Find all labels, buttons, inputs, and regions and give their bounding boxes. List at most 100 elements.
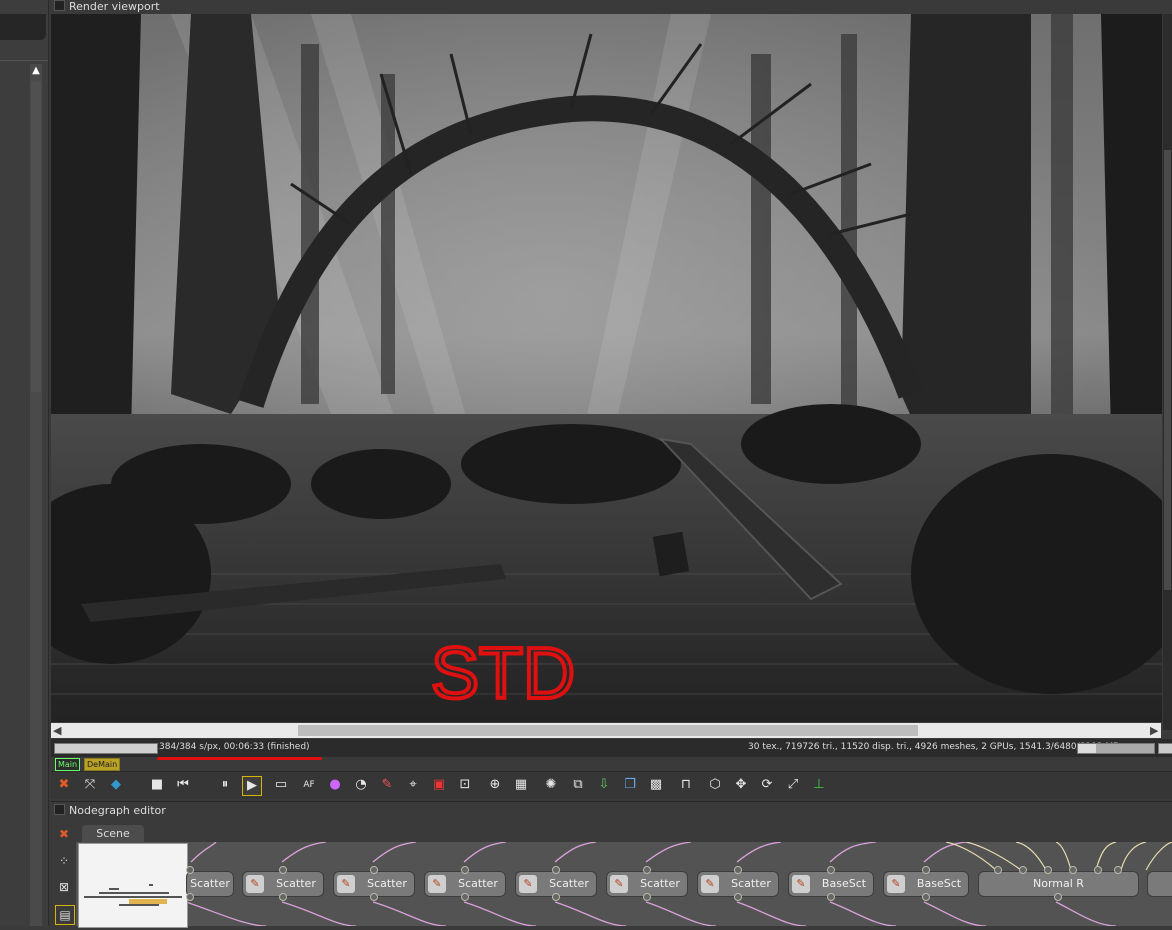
red-annotation-underline xyxy=(157,757,322,760)
scroll-left-arrow-icon[interactable]: ◀ xyxy=(53,723,61,738)
node-input-port[interactable] xyxy=(1044,866,1052,874)
node-output-port[interactable] xyxy=(643,893,651,901)
node-input-port[interactable] xyxy=(922,866,930,874)
node-input-port[interactable] xyxy=(186,866,194,874)
left-panel-divider xyxy=(0,60,48,61)
box-icon[interactable]: ⬡ xyxy=(706,776,724,794)
recenter-icon[interactable]: ⤧ xyxy=(81,776,99,794)
move-icon[interactable]: ✥ xyxy=(732,776,750,794)
cancel-render-icon[interactable]: ✖ xyxy=(55,776,73,794)
af-icon[interactable]: AF xyxy=(300,776,318,794)
scatter-node-icon: ✎ xyxy=(428,875,446,893)
gpu-memory-fill xyxy=(1078,744,1097,753)
scatter-node-icon: ✎ xyxy=(701,875,719,893)
render-progress-text: 384/384 s/px, 00:06:33 (finished) xyxy=(159,742,310,752)
render-viewport-checkbox[interactable] xyxy=(54,0,65,11)
scatter-node-icon: ✎ xyxy=(519,875,537,893)
tab-scene[interactable]: Scene xyxy=(82,825,144,842)
camera-target-icon[interactable]: ⊡ xyxy=(456,776,474,794)
fit-icon[interactable]: ⤢ xyxy=(784,776,802,794)
render-progress-bar xyxy=(54,743,158,754)
node-input-port[interactable] xyxy=(370,866,378,874)
node-partial[interactable] xyxy=(1147,871,1172,897)
rotate-icon[interactable]: ⟳ xyxy=(758,776,776,794)
node-input-port[interactable] xyxy=(1069,866,1077,874)
node-label: BaseSct xyxy=(821,877,867,890)
left-panel-tab[interactable] xyxy=(0,14,46,40)
node-input-port[interactable] xyxy=(643,866,651,874)
node-fit-icon[interactable]: ⊠ xyxy=(55,878,73,896)
minimap-content xyxy=(84,884,182,906)
node-cancel-icon[interactable]: ✖ xyxy=(55,825,73,843)
node-input-port[interactable] xyxy=(827,866,835,874)
node-input-port[interactable] xyxy=(279,866,287,874)
nodegraph-header xyxy=(51,801,1172,822)
node-label: Scatter xyxy=(367,877,407,890)
zoom-icon[interactable]: ⊕ xyxy=(486,776,504,794)
render-layer-demain-tag[interactable]: DeMain xyxy=(84,758,121,771)
node-scatter-1[interactable]: Scatter xyxy=(186,871,234,897)
play-icon[interactable]: ▶ xyxy=(242,776,262,796)
nodegraph-title: Nodegraph editor xyxy=(69,804,166,817)
sphere-icon[interactable]: ◔ xyxy=(352,776,370,794)
node-preview-icon[interactable]: ▤ xyxy=(55,905,75,925)
axes-icon[interactable]: ⊥ xyxy=(810,776,828,794)
load-icon[interactable]: ⇩ xyxy=(595,776,613,794)
render-progress-fill xyxy=(55,744,157,753)
checker-icon[interactable]: ▩ xyxy=(647,776,665,794)
scene-stats-text: 30 tex., 719726 tri., 11520 disp. tri., … xyxy=(748,742,1120,752)
render-image[interactable]: STD xyxy=(51,14,1162,722)
paint-icon[interactable]: ✎ xyxy=(378,776,396,794)
viewport-vertical-scroll-thumb[interactable] xyxy=(1164,150,1171,590)
spinner-icon[interactable]: ✺ xyxy=(542,776,560,794)
color-wheel-icon[interactable]: ● xyxy=(326,776,344,794)
node-label: Scatter xyxy=(640,877,680,890)
render-layer-main-tag[interactable]: Main xyxy=(55,758,81,771)
node-input-port[interactable] xyxy=(1114,866,1122,874)
node-output-port[interactable] xyxy=(279,893,287,901)
node-output-port[interactable] xyxy=(827,893,835,901)
node-label: Scatter xyxy=(731,877,771,890)
node-output-port[interactable] xyxy=(552,893,560,901)
display-icon[interactable]: ▭ xyxy=(272,776,290,794)
node-label: BaseSct xyxy=(916,877,962,890)
node-label: Scatter xyxy=(458,877,498,890)
layers-icon[interactable]: ❐ xyxy=(621,776,639,794)
node-input-port[interactable] xyxy=(1094,866,1102,874)
nodegraph-minimap[interactable] xyxy=(78,843,188,928)
object-picker-icon[interactable]: ⌖ xyxy=(404,776,422,794)
node-arrange-icon[interactable]: ⁘ xyxy=(55,852,73,870)
material-picker-icon[interactable]: ▣ xyxy=(430,776,448,794)
node-input-port[interactable] xyxy=(734,866,742,874)
node-label: Scatter xyxy=(190,877,230,890)
copy-icon[interactable]: ⧉ xyxy=(569,776,587,794)
node-output-port[interactable] xyxy=(1054,893,1062,901)
viewport-horizontal-scroll-thumb[interactable] xyxy=(298,725,918,736)
node-label: Scatter xyxy=(549,877,589,890)
left-scrollbar-thumb[interactable] xyxy=(31,82,41,392)
node-output-port[interactable] xyxy=(734,893,742,901)
scatter-node-icon: ✎ xyxy=(792,875,810,893)
node-input-port[interactable] xyxy=(552,866,560,874)
node-input-port[interactable] xyxy=(994,866,1002,874)
node-input-port[interactable] xyxy=(461,866,469,874)
restart-icon[interactable]: ⏮ xyxy=(174,776,192,794)
gpu-memory-bar-secondary xyxy=(1158,743,1172,754)
lock-icon[interactable]: ⊓ xyxy=(677,776,695,794)
node-output-port[interactable] xyxy=(922,893,930,901)
scatter-node-icon: ✎ xyxy=(246,875,264,893)
grid-icon[interactable]: ▦ xyxy=(512,776,530,794)
pause-icon[interactable]: ⏸ xyxy=(216,776,234,794)
render-viewport-title: Render viewport xyxy=(69,0,160,13)
scroll-up-arrow-icon[interactable]: ▲ xyxy=(30,64,42,78)
node-output-port[interactable] xyxy=(186,893,194,901)
scatter-node-icon: ✎ xyxy=(887,875,905,893)
std-overlay-text: STD xyxy=(431,634,575,714)
scroll-right-arrow-icon[interactable]: ▶ xyxy=(1150,723,1158,738)
node-input-port[interactable] xyxy=(1019,866,1027,874)
node-output-port[interactable] xyxy=(461,893,469,901)
node-output-port[interactable] xyxy=(370,893,378,901)
color-cube-icon[interactable]: ◆ xyxy=(107,776,125,794)
nodegraph-checkbox[interactable] xyxy=(54,804,65,815)
stop-icon[interactable]: ■ xyxy=(148,776,166,794)
